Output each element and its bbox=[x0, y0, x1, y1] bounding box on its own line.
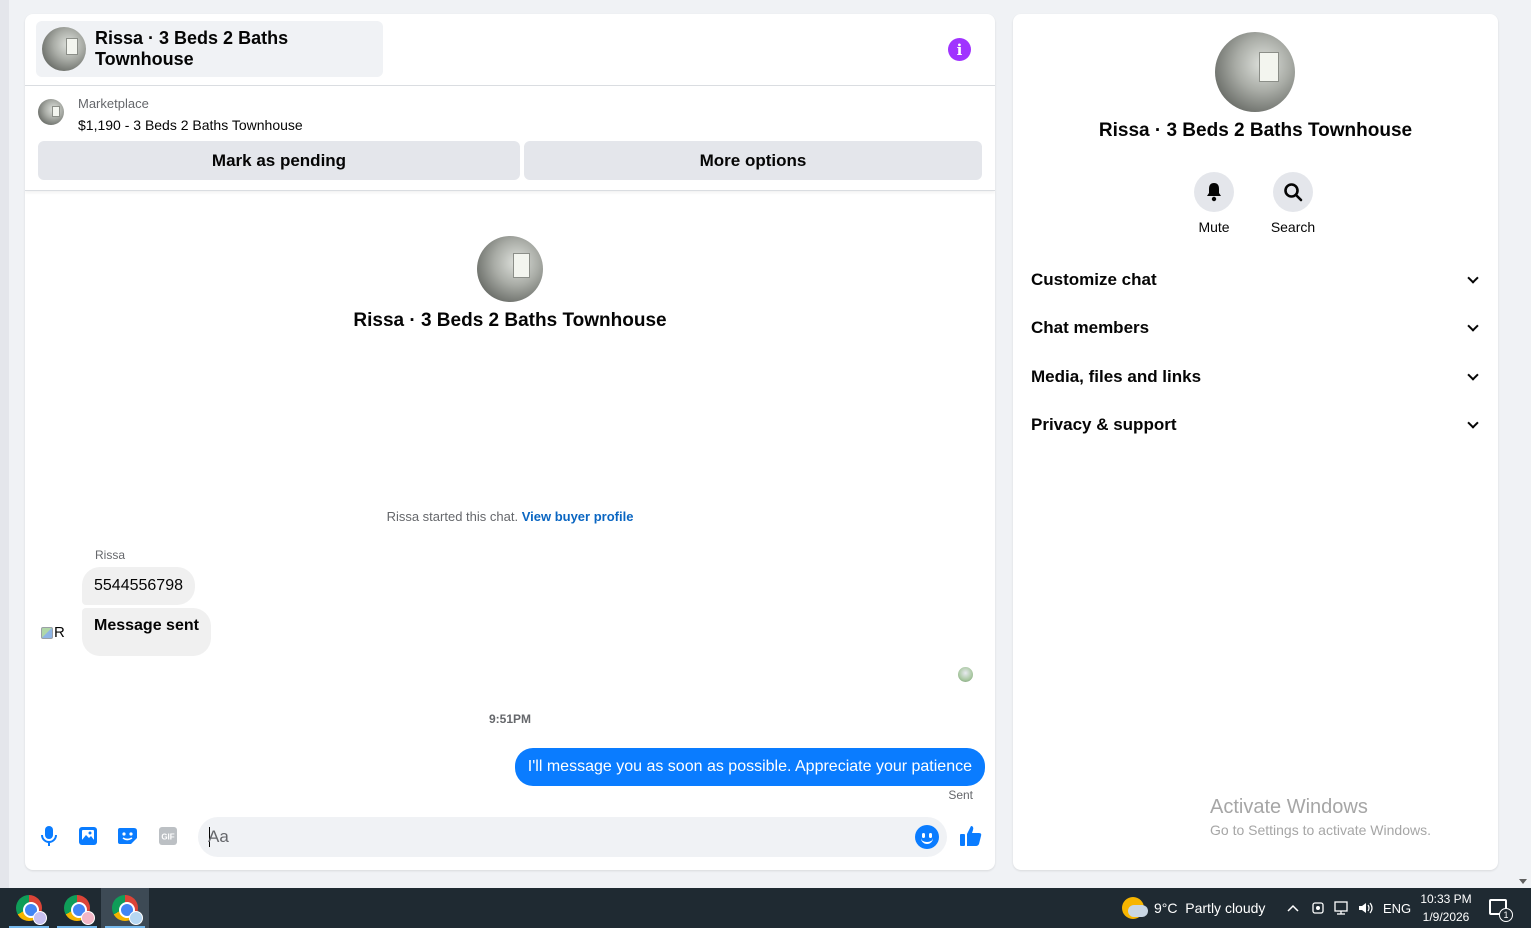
search-icon bbox=[1273, 172, 1313, 212]
chevron-down-icon bbox=[1467, 272, 1479, 284]
intro-name: Rissa · 3 Beds 2 Baths Townhouse bbox=[353, 310, 667, 331]
chat-header: Rissa · 3 Beds 2 Baths Townhouse i bbox=[25, 14, 995, 86]
conversation-title-button[interactable]: Rissa · 3 Beds 2 Baths Townhouse bbox=[36, 21, 383, 77]
mute-button[interactable]: Mute bbox=[1179, 172, 1249, 235]
mark-as-pending-button[interactable]: Mark as pending bbox=[38, 141, 520, 180]
gif-label: GIF bbox=[161, 833, 174, 842]
chevron-down-icon bbox=[1467, 369, 1479, 381]
clock-time: 10:33 PM bbox=[1420, 892, 1472, 906]
system-clock[interactable]: 10:33 PM 1/9/2026 bbox=[1418, 890, 1474, 926]
thumbs-up-icon[interactable] bbox=[959, 824, 983, 848]
listing-source: Marketplace bbox=[78, 96, 149, 111]
section-chat-members[interactable]: Chat members bbox=[1031, 313, 1481, 343]
weather-text: 9°C Partly cloudy bbox=[1154, 900, 1266, 916]
sent-status: Sent bbox=[948, 788, 973, 802]
scroll-down-arrow-icon[interactable] bbox=[1519, 879, 1527, 884]
profile-avatar[interactable] bbox=[1215, 32, 1295, 112]
chrome-icon bbox=[112, 895, 143, 925]
intro-avatar bbox=[477, 236, 543, 302]
chat-started-text: Rissa started this chat. bbox=[386, 509, 519, 524]
notification-count-badge: 1 bbox=[1499, 908, 1513, 922]
taskbar-chrome-app[interactable] bbox=[5, 888, 53, 928]
bell-icon bbox=[1194, 172, 1234, 212]
marketplace-listing: Marketplace $1,190 - 3 Beds 2 Baths Town… bbox=[25, 86, 995, 191]
section-label: Privacy & support bbox=[1031, 415, 1177, 434]
section-label: Media, files and links bbox=[1031, 367, 1202, 386]
chat-panel: Rissa · 3 Beds 2 Baths Townhouse i Marke… bbox=[25, 14, 995, 870]
listing-title[interactable]: $1,190 - 3 Beds 2 Baths Townhouse bbox=[78, 117, 303, 133]
left-edge bbox=[0, 0, 9, 888]
message-input-wrapper bbox=[198, 817, 947, 857]
section-customize-chat[interactable]: Customize chat bbox=[1031, 265, 1481, 295]
windows-taskbar: 9°C Partly cloudy ENG 10:33 PM 1/9/2026 … bbox=[0, 888, 1531, 928]
more-options-button[interactable]: More options bbox=[524, 141, 982, 180]
chevron-down-icon bbox=[1467, 417, 1479, 429]
view-buyer-profile-link[interactable]: View buyer profile bbox=[522, 509, 634, 524]
taskbar-chrome-app-active[interactable] bbox=[101, 888, 149, 928]
profile-name: Rissa · 3 Beds 2 Baths Townhouse bbox=[1098, 120, 1413, 141]
watermark-title: Activate Windows bbox=[1210, 796, 1368, 818]
taskbar-chrome-app[interactable] bbox=[53, 888, 101, 928]
broken-image-icon bbox=[41, 626, 53, 639]
emoji-icon[interactable] bbox=[915, 825, 939, 849]
conversation-title: Rissa · 3 Beds 2 Baths Townhouse bbox=[95, 28, 289, 69]
sender-name: Rissa bbox=[95, 548, 126, 562]
clock-date: 1/9/2026 bbox=[1422, 910, 1470, 924]
section-media-files-links[interactable]: Media, files and links bbox=[1031, 362, 1481, 392]
section-label: Customize chat bbox=[1031, 270, 1157, 289]
chrome-icon bbox=[64, 895, 95, 925]
sender-avatar-alt: R bbox=[54, 624, 65, 641]
incoming-message[interactable]: Message sent bbox=[82, 608, 211, 656]
mute-label: Mute bbox=[1198, 219, 1230, 235]
weather-widget[interactable]: 9°C Partly cloudy bbox=[1122, 888, 1265, 928]
gif-icon[interactable]: GIF bbox=[157, 825, 179, 847]
meet-now-icon[interactable] bbox=[1311, 888, 1325, 928]
sticker-icon[interactable] bbox=[117, 825, 139, 847]
network-icon[interactable] bbox=[1333, 888, 1351, 928]
sender-avatar: R bbox=[41, 624, 65, 641]
show-hidden-icons-chevron-up-icon[interactable] bbox=[1286, 888, 1300, 928]
message-composer: GIF bbox=[25, 814, 995, 860]
page-scrollbar[interactable] bbox=[1515, 0, 1531, 888]
search-label: Search bbox=[1270, 219, 1316, 235]
chrome-icon bbox=[16, 895, 47, 925]
chat-started-notice: Rissa started this chat. View buyer prof… bbox=[25, 509, 995, 524]
listing-thumbnail[interactable] bbox=[38, 99, 64, 125]
incoming-message[interactable]: 5544556798 bbox=[82, 567, 195, 605]
language-indicator[interactable]: ENG bbox=[1383, 888, 1411, 928]
watermark-subtitle: Go to Settings to activate Windows. bbox=[1210, 822, 1431, 838]
message-timestamp: 9:51PM bbox=[488, 712, 532, 726]
conversation-avatar bbox=[42, 27, 86, 71]
image-icon[interactable] bbox=[77, 825, 99, 847]
chevron-down-icon bbox=[1467, 320, 1479, 332]
section-privacy-support[interactable]: Privacy & support bbox=[1031, 410, 1481, 440]
conversation-info-panel: Rissa · 3 Beds 2 Baths Townhouse Mute Se… bbox=[1013, 14, 1498, 870]
outgoing-message[interactable]: I'll message you as soon as possible. Ap… bbox=[514, 748, 985, 786]
microphone-icon[interactable] bbox=[38, 825, 60, 847]
partly-cloudy-icon bbox=[1122, 897, 1148, 919]
message-input[interactable] bbox=[208, 817, 898, 857]
volume-icon[interactable] bbox=[1357, 888, 1375, 928]
read-receipt-avatar bbox=[958, 667, 973, 682]
info-icon[interactable]: i bbox=[948, 38, 971, 61]
section-label: Chat members bbox=[1031, 318, 1150, 337]
activate-windows-watermark: Activate Windows Go to Settings to activ… bbox=[1210, 796, 1431, 838]
search-button[interactable]: Search bbox=[1258, 172, 1328, 235]
